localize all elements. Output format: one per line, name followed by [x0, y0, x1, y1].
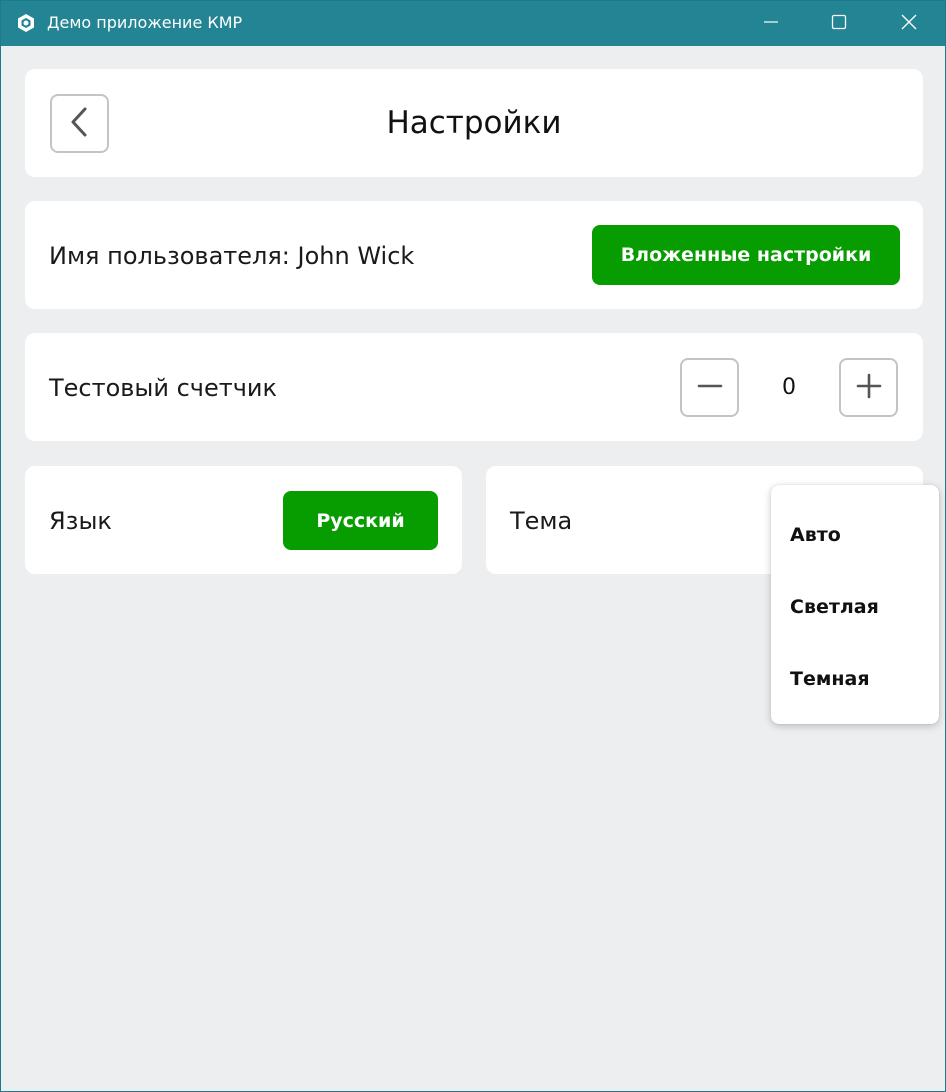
theme-option-dark[interactable]: Темная — [771, 643, 939, 715]
language-button[interactable]: Русский — [283, 491, 438, 550]
theme-dropdown-menu: Авто Светлая Темная — [771, 485, 939, 724]
window-title: Демо приложение КМР — [47, 13, 243, 32]
title-bar: Демо приложение КМР — [1, 1, 945, 46]
counter-label: Тестовый счетчик — [49, 374, 277, 402]
user-card: Имя пользователя: John Wick Вложенные на… — [25, 201, 923, 309]
header-card: Настройки — [25, 69, 923, 177]
plus-icon — [856, 373, 882, 403]
minimize-icon — [763, 14, 779, 34]
maximize-button[interactable] — [805, 1, 873, 46]
minimize-button[interactable] — [737, 1, 805, 46]
counter-value: 0 — [782, 375, 796, 400]
username-label: Имя пользователя: John Wick — [49, 242, 415, 270]
maximize-icon — [831, 14, 847, 34]
language-label: Язык — [49, 507, 112, 535]
app-window: Демо приложение КМР Настройки Имя пользо… — [0, 0, 946, 1092]
page-title: Настройки — [386, 105, 562, 141]
theme-label: Тема — [510, 507, 573, 535]
nested-settings-button[interactable]: Вложенные настройки — [592, 225, 900, 285]
increment-button[interactable] — [839, 358, 898, 417]
language-card: Язык Русский — [25, 466, 462, 574]
theme-option-light[interactable]: Светлая — [771, 571, 939, 643]
decrement-button[interactable] — [680, 358, 739, 417]
close-icon — [901, 14, 917, 34]
close-button[interactable] — [875, 1, 943, 46]
app-icon — [16, 13, 36, 33]
theme-option-auto[interactable]: Авто — [771, 499, 939, 571]
minus-icon — [697, 373, 723, 403]
counter-card: Тестовый счетчик 0 — [25, 333, 923, 441]
